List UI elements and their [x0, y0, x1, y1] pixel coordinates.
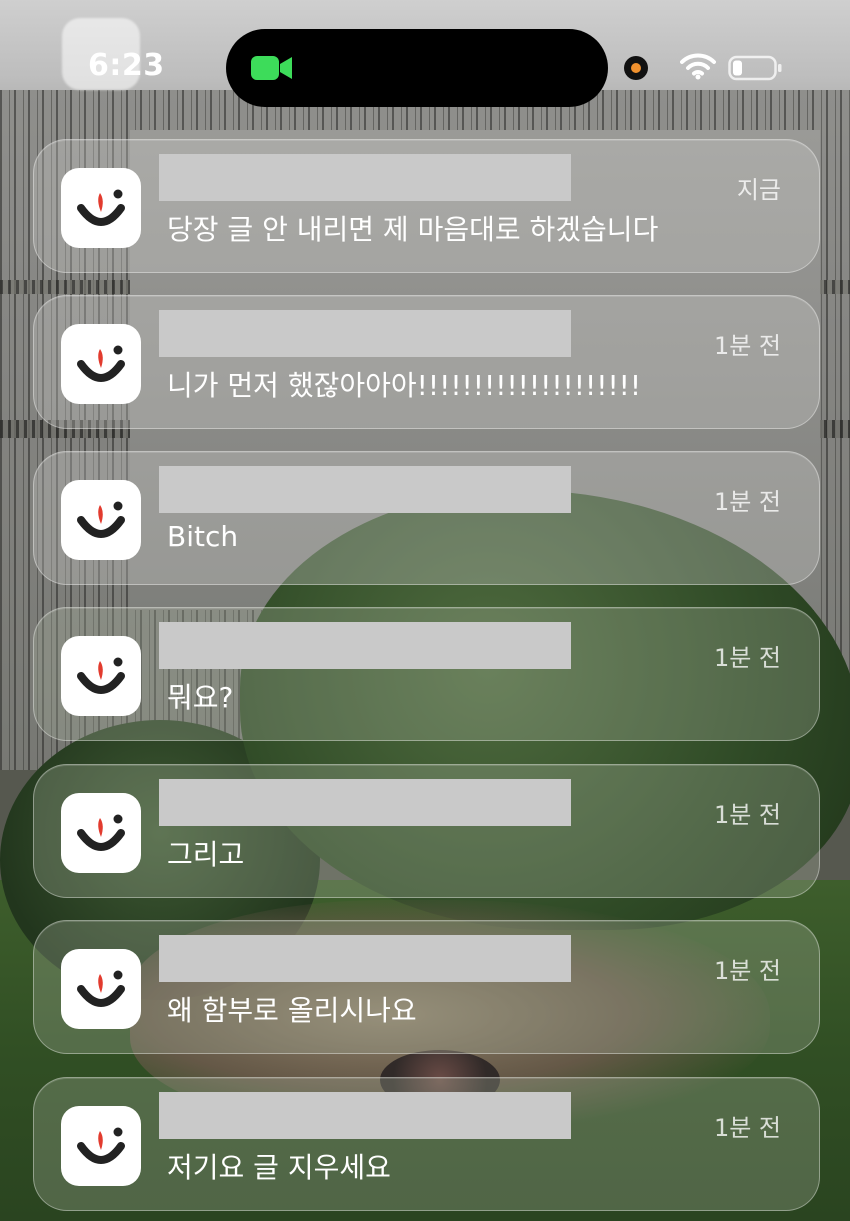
notification-time: 1분 전: [713, 957, 781, 985]
notification-time: 1분 전: [713, 801, 781, 829]
smiley-app-icon: [61, 636, 141, 716]
notification-time: 1분 전: [713, 644, 781, 672]
smiley-app-icon: [61, 1106, 141, 1186]
notification[interactable]: 1분 전 뭐요?: [33, 607, 820, 741]
notification-time: 1분 전: [713, 488, 781, 516]
notification-message: 당장 글 안 내리면 제 마음대로 하겠습니다: [167, 213, 659, 246]
notification[interactable]: 1분 전 니가 먼저 했잖아아아!!!!!!!!!!!!!!!!!!!!: [33, 295, 820, 429]
sender-name-redacted: [159, 154, 571, 201]
notification[interactable]: 지금 당장 글 안 내리면 제 마음대로 하겠습니다: [33, 139, 820, 273]
notification-message: 그리고: [167, 838, 245, 871]
sender-name-redacted: [159, 466, 571, 513]
notification[interactable]: 1분 전 저기요 글 지우세요: [33, 1077, 820, 1211]
sender-name-redacted: [159, 310, 571, 357]
notification-list: 지금 당장 글 안 내리면 제 마음대로 하겠습니다 1분 전 니가 먼저 했잖…: [0, 0, 850, 1221]
notification-time: 1분 전: [713, 1114, 781, 1142]
smiley-app-icon: [61, 949, 141, 1029]
notification-message: 저기요 글 지우세요: [167, 1151, 391, 1184]
notification-message: 니가 먼저 했잖아아아!!!!!!!!!!!!!!!!!!!!: [167, 369, 642, 402]
notification[interactable]: 1분 전 그리고: [33, 764, 820, 898]
sender-name-redacted: [159, 779, 571, 826]
notification[interactable]: 1분 전 Bitch: [33, 451, 820, 585]
notification[interactable]: 1분 전 왜 함부로 올리시나요: [33, 920, 820, 1054]
notification-message: Bitch: [167, 520, 239, 553]
smiley-app-icon: [61, 793, 141, 873]
sender-name-redacted: [159, 935, 571, 982]
notification-message: 뭐요?: [167, 681, 234, 714]
sender-name-redacted: [159, 1092, 571, 1139]
notification-message: 왜 함부로 올리시나요: [167, 994, 417, 1027]
sender-name-redacted: [159, 622, 571, 669]
smiley-app-icon: [61, 480, 141, 560]
smiley-app-icon: [61, 168, 141, 248]
notification-time: 1분 전: [713, 332, 781, 360]
smiley-app-icon: [61, 324, 141, 404]
notification-time: 지금: [736, 176, 781, 204]
